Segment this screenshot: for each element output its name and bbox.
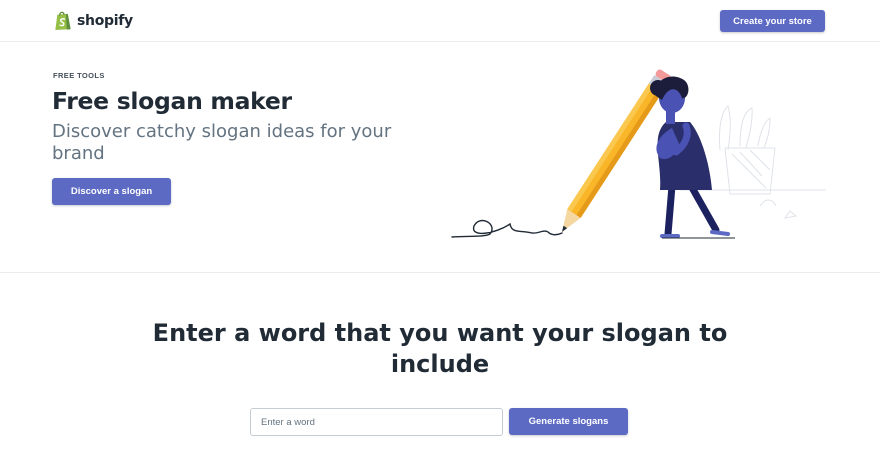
hero-section: FREE TOOLS Free slogan maker Discover ca…: [0, 42, 880, 273]
generator-title: Enter a word that you want your slogan t…: [152, 319, 728, 378]
shopify-logo[interactable]: shopify: [53, 10, 133, 31]
logo-wordmark: shopify: [77, 12, 133, 29]
page-title: Free slogan maker: [52, 87, 292, 115]
create-store-button[interactable]: Create your store: [720, 10, 825, 32]
generate-slogans-button[interactable]: Generate slogans: [509, 408, 628, 435]
site-header: shopify Create your store: [0, 0, 880, 42]
eyebrow-label: FREE TOOLS: [53, 71, 105, 80]
shopify-bag-icon: [55, 11, 71, 31]
discover-slogan-button[interactable]: Discover a slogan: [52, 178, 171, 205]
word-input[interactable]: [250, 408, 503, 436]
woman-with-giant-pencil-illustration: [451, 69, 826, 239]
page-subtitle: Discover catchy slogan ideas for your br…: [52, 121, 392, 164]
